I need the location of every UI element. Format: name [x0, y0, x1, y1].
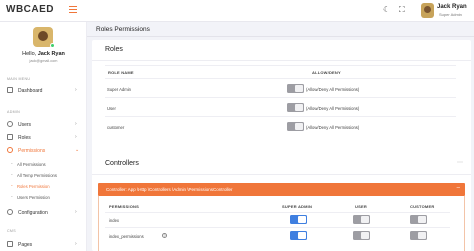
- gear-icon: [7, 209, 13, 215]
- dark-mode-icon[interactable]: ☾: [383, 5, 390, 14]
- sidebar-item-dashboard[interactable]: Dashboard ›: [0, 85, 86, 96]
- chevron-right-icon: ›: [75, 87, 77, 93]
- sidebar-item-roles[interactable]: Roles ›: [0, 132, 86, 143]
- sidebar-item-pages[interactable]: Pages ›: [0, 239, 86, 250]
- toggle-index-permissions-customer[interactable]: [410, 231, 427, 240]
- toggle-index-permissions-user[interactable]: [353, 231, 370, 240]
- users-icon: [7, 121, 13, 127]
- controller-header[interactable]: Controller: App \Http \Controllers \Admi…: [98, 183, 465, 196]
- roles-card-title: Roles: [105, 46, 123, 53]
- roles-card: Roles ROLE NAME ALLOW/DENY Super Admin (…: [92, 40, 471, 158]
- roles-icon: [7, 134, 13, 140]
- sidebar: Hello, Jack Ryan jack@gmail.com MAIN MEN…: [0, 22, 87, 251]
- chevron-right-icon: ›: [75, 121, 77, 127]
- chevron-down-icon: ⌄: [75, 147, 80, 153]
- column-header-allow-deny: ALLOW/DENY: [312, 70, 341, 75]
- help-icon[interactable]: ?: [162, 233, 167, 238]
- role-toggle-customer[interactable]: [287, 122, 304, 131]
- role-toggle-label: (Allow/Deny All Permissions): [306, 87, 360, 92]
- profile-greeting: Hello, Jack Ryan: [22, 51, 65, 57]
- role-toggle-label: (Allow/Deny All Permissions): [306, 106, 360, 111]
- role-toggle-label: (Allow/Deny All Permissions): [306, 125, 360, 130]
- column-header-customer: CUSTOMER: [410, 204, 435, 209]
- toggle-index-super-admin[interactable]: [290, 215, 307, 224]
- role-toggle-super-admin[interactable]: [287, 84, 304, 93]
- app-logo[interactable]: WBCAED: [6, 4, 54, 15]
- pages-icon: [7, 241, 13, 247]
- permission-name: index_permissions: [109, 234, 144, 239]
- sidebar-subitem-all-permissions[interactable]: - All Permissions: [11, 159, 86, 169]
- online-status-dot: [50, 43, 55, 48]
- section-admin: ADMIN: [7, 110, 21, 114]
- role-name: customer: [107, 125, 125, 130]
- toggle-index-permissions-super-admin[interactable]: [290, 231, 307, 240]
- column-header-permissions: PERMISSIONS: [109, 204, 139, 209]
- top-bar: WBCAED ☾ ⛶ Jack Ryan Super Admin: [0, 0, 474, 22]
- toggle-index-customer[interactable]: [410, 215, 427, 224]
- user-avatar[interactable]: [421, 3, 434, 18]
- chevron-right-icon: ›: [75, 241, 77, 247]
- sidebar-subitem-all-temp-permissions[interactable]: - All Temp Permissions: [11, 170, 86, 180]
- more-options-icon[interactable]: ⋯: [457, 159, 463, 166]
- sidebar-item-users[interactable]: Users ›: [0, 119, 86, 130]
- column-header-super-admin: SUPER ADMIN: [282, 204, 313, 209]
- role-toggle-user[interactable]: [287, 103, 304, 112]
- role-name: User: [107, 106, 116, 111]
- permission-name: index: [109, 218, 120, 223]
- sidebar-subitem-roles-permissions[interactable]: - Roles Permission: [11, 181, 86, 191]
- sidebar-item-permissions[interactable]: Permissions ⌄: [0, 145, 86, 156]
- main-content: Roles Permissions Roles ROLE NAME ALLOW/…: [87, 22, 474, 251]
- sidebar-item-configuration[interactable]: Configuration ›: [0, 207, 86, 218]
- chevron-right-icon: ›: [75, 209, 77, 215]
- controllers-card: Controllers ⋯ Controller: App \Http \Con…: [92, 152, 471, 251]
- topbar-user-role: Super Admin: [439, 12, 462, 17]
- topbar-user-name[interactable]: Jack Ryan: [437, 4, 467, 10]
- role-name: Super Admin: [107, 87, 131, 92]
- column-header-role-name: ROLE NAME: [108, 70, 134, 75]
- column-header-user: USER: [355, 204, 367, 209]
- shield-icon: [7, 147, 13, 153]
- section-cms: CMS: [7, 229, 16, 233]
- menu-toggle-icon[interactable]: [69, 6, 77, 13]
- chevron-right-icon: ›: [75, 134, 77, 140]
- toggle-index-user[interactable]: [353, 215, 370, 224]
- controllers-card-title: Controllers: [105, 160, 139, 167]
- page-title: Roles Permissions: [96, 26, 150, 33]
- profile-email: jack@gmail.com: [29, 59, 58, 63]
- fullscreen-icon[interactable]: ⛶: [399, 5, 405, 15]
- collapse-icon[interactable]: –: [457, 185, 460, 191]
- controller-permissions-table: PERMISSIONS SUPER ADMIN USER CUSTOMER in…: [98, 196, 465, 251]
- sidebar-subitem-users-permissions[interactable]: - Users Permission: [11, 192, 86, 202]
- section-main-menu: MAIN MENU: [7, 77, 31, 81]
- dashboard-icon: [7, 87, 13, 93]
- controller-path: Controller: App \Http \Controllers \Admi…: [106, 187, 233, 192]
